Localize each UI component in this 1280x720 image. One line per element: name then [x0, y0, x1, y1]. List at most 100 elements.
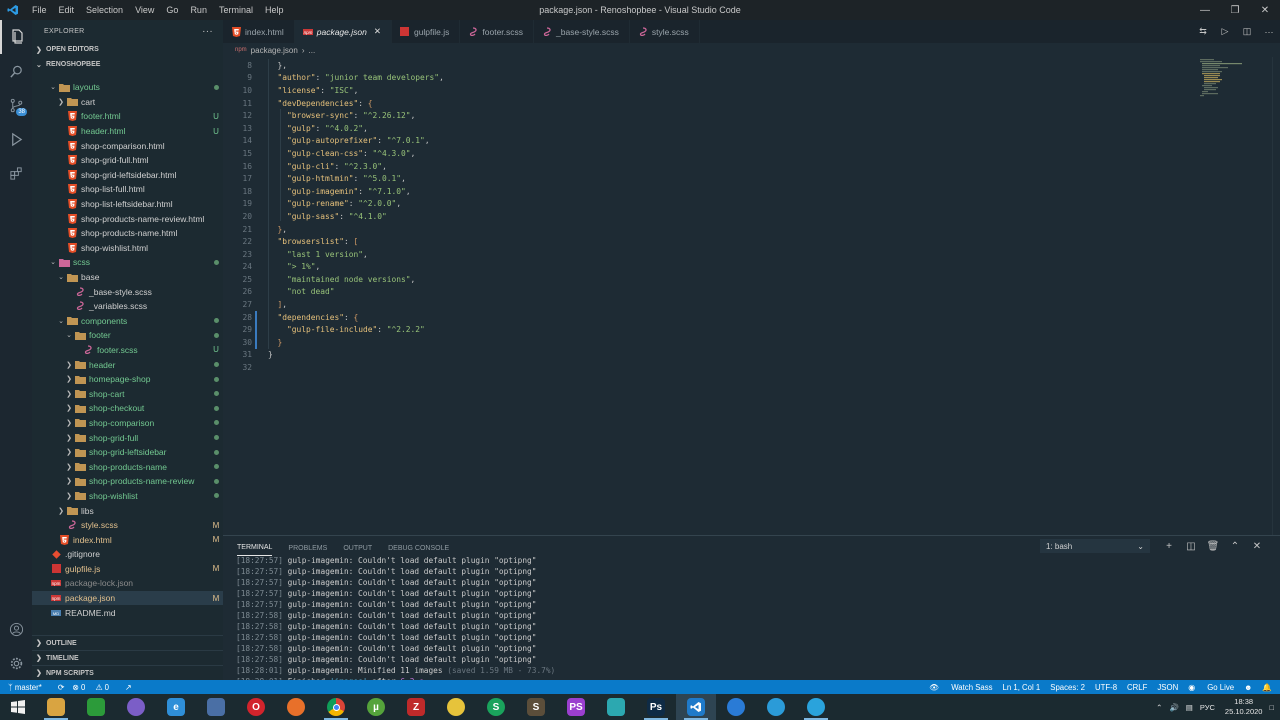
open-editors-section[interactable]: ❯ OPEN EDITORS [32, 42, 223, 57]
windows-start-icon[interactable] [0, 694, 36, 720]
taskbar-app-filezilla[interactable]: Z [396, 694, 436, 720]
close-panel-icon[interactable]: ✕ [1246, 541, 1268, 552]
live-share-icon[interactable]: ↗ [125, 683, 132, 692]
branch-status[interactable]: ᛉ master* [8, 683, 50, 692]
split-editor-icon[interactable]: ◫ [1236, 26, 1258, 37]
tree-folder[interactable]: ❯ shop-cart [32, 386, 223, 401]
menu-run[interactable]: Run [184, 0, 213, 20]
encoding[interactable]: UTF-8 [1095, 683, 1117, 692]
language-mode[interactable]: JSON [1157, 683, 1178, 692]
cursor-position[interactable]: Ln 1, Col 1 [1003, 683, 1041, 692]
source-control-icon[interactable]: 38 [0, 88, 32, 122]
editor-tab[interactable]: _base-style.scss [534, 20, 630, 43]
taskbar-app-telegram[interactable] [796, 694, 836, 720]
tree-folder[interactable]: ❯ shop-comparison [32, 416, 223, 431]
tree-file[interactable]: _base-style.scss [32, 284, 223, 299]
kill-terminal-icon[interactable]: 🗑 [1202, 541, 1224, 552]
taskbar-app-store[interactable] [76, 694, 116, 720]
editor-tab[interactable]: footer.scss [460, 20, 535, 43]
maximize-panel-icon[interactable]: ⌃ [1224, 541, 1246, 552]
taskbar-app-utorrent[interactable]: µ [356, 694, 396, 720]
tree-folder[interactable]: ⌄ scss [32, 255, 223, 270]
open-changes-icon[interactable]: ⇆ [1192, 26, 1214, 37]
tree-file[interactable]: MD README.md [32, 605, 223, 620]
search-icon[interactable] [0, 54, 32, 88]
notification-center-icon[interactable]: □ [1269, 703, 1274, 712]
run-debug-icon[interactable] [0, 122, 32, 156]
settings-gear-icon[interactable] [0, 646, 32, 680]
tree-file[interactable]: shop-wishlist.html [32, 241, 223, 256]
taskbar-app-network-app[interactable] [196, 694, 236, 720]
tree-folder[interactable]: ❯ shop-checkout [32, 401, 223, 416]
new-terminal-icon[interactable]: + [1158, 541, 1180, 552]
menu-view[interactable]: View [129, 0, 160, 20]
tray-chevron-up-icon[interactable]: ⌃ [1156, 703, 1162, 712]
tree-folder[interactable]: ❯ libs [32, 503, 223, 518]
problems-status[interactable]: ⊗ 0 ⚠ 0 [72, 683, 117, 692]
tree-folder[interactable]: ❯ shop-products-name-review [32, 474, 223, 489]
maximize-button[interactable]: ❐ [1220, 0, 1250, 20]
taskbar-app-firefox[interactable] [276, 694, 316, 720]
line-endings[interactable]: CRLF [1127, 683, 1147, 692]
tree-file[interactable]: shop-list-leftsidebar.html [32, 197, 223, 212]
tree-folder[interactable]: ❯ shop-grid-full [32, 430, 223, 445]
outline-section[interactable]: ❯ OUTLINE [32, 635, 223, 650]
minimize-button[interactable]: — [1190, 0, 1220, 20]
tree-file[interactable]: shop-products-name.html [32, 226, 223, 241]
menu-selection[interactable]: Selection [80, 0, 129, 20]
panel-tab-debug-console[interactable]: DEBUG CONSOLE [388, 539, 449, 556]
clock[interactable]: 18:38 25.10.2020 [1225, 697, 1263, 717]
account-icon[interactable] [0, 612, 32, 646]
tree-folder[interactable]: ❯ shop-products-name [32, 459, 223, 474]
more-actions-icon[interactable]: ··· [1258, 27, 1280, 37]
tree-folder[interactable]: ❯ cart [32, 95, 223, 110]
notifications-icon[interactable]: 🔔 [1262, 683, 1272, 692]
editor-tab[interactable]: npm package.json ✕ [294, 20, 392, 43]
taskbar-app-internet-explorer[interactable]: e [156, 694, 196, 720]
split-terminal-icon[interactable]: ◫ [1180, 541, 1202, 552]
run-icon[interactable]: ▷ [1214, 26, 1236, 37]
tree-file[interactable]: footer.scss U [32, 343, 223, 358]
more-actions-icon[interactable]: ··· [202, 26, 223, 37]
tree-folder[interactable]: ❯ shop-grid-leftsidebar [32, 445, 223, 460]
explorer-icon[interactable] [0, 20, 32, 54]
taskbar-app-vscode[interactable] [676, 694, 716, 720]
taskbar-app-viber[interactable] [116, 694, 156, 720]
tree-file[interactable]: npm package.json M [32, 590, 223, 606]
tree-file[interactable]: shop-grid-leftsidebar.html [32, 168, 223, 183]
feedback-icon[interactable]: ☻ [1244, 683, 1252, 692]
tree-folder[interactable]: ❯ homepage-shop [32, 372, 223, 387]
menu-edit[interactable]: Edit [53, 0, 81, 20]
editor-scrollbar[interactable] [1272, 57, 1280, 535]
sync-icon[interactable]: ⟳ [58, 683, 65, 692]
breadcrumb-file[interactable]: package.json [251, 46, 298, 55]
menu-terminal[interactable]: Terminal [213, 0, 259, 20]
close-window-button[interactable]: ✕ [1250, 0, 1280, 20]
terminal-select[interactable]: 1: bash ⌄ [1040, 539, 1150, 553]
taskbar-app-bird-app[interactable] [596, 694, 636, 720]
tree-file[interactable]: style.scss M [32, 518, 223, 533]
taskbar-app-opera[interactable]: O [236, 694, 276, 720]
tree-file[interactable]: shop-products-name-review.html [32, 211, 223, 226]
tree-file[interactable]: _variables.scss [32, 299, 223, 314]
taskbar-app-file-explorer[interactable] [36, 694, 76, 720]
tree-file[interactable]: shop-grid-full.html [32, 153, 223, 168]
taskbar-app-edge[interactable] [756, 694, 796, 720]
taskbar-app-paint-app[interactable] [436, 694, 476, 720]
watch-sass-button[interactable]: 👁 Watch Sass [929, 683, 992, 692]
tree-folder[interactable]: ❯ header [32, 357, 223, 372]
npm-scripts-section[interactable]: ❯ NPM SCRIPTS [32, 665, 223, 680]
tree-folder[interactable]: ❯ shop-wishlist [32, 489, 223, 504]
tree-file[interactable]: footer.html U [32, 109, 223, 124]
volume-icon[interactable]: 🔊 [1169, 703, 1178, 712]
menu-go[interactable]: Go [160, 0, 184, 20]
minimap[interactable] [1198, 59, 1268, 103]
menu-file[interactable]: File [26, 0, 53, 20]
panel-tab-terminal[interactable]: TERMINAL [237, 538, 273, 556]
go-live-button[interactable]: ◉ Go Live [1188, 683, 1234, 692]
breadcrumb-more[interactable]: ... [309, 46, 316, 55]
input-language[interactable]: РУС [1200, 703, 1215, 712]
editor-tab[interactable]: index.html [223, 20, 295, 43]
tree-file[interactable]: index.html M [32, 532, 223, 547]
panel-tab-problems[interactable]: PROBLEMS [288, 539, 327, 556]
